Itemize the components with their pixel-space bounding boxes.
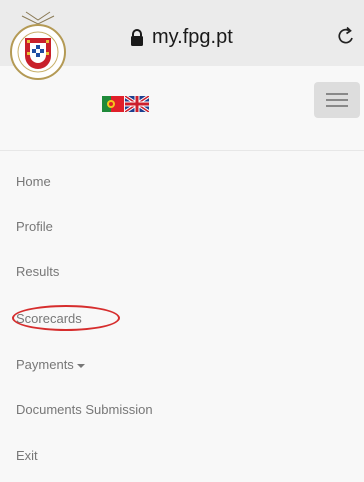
- uk-flag-icon[interactable]: [125, 96, 149, 112]
- url-text: my.fpg.pt: [152, 26, 233, 48]
- nav-item-profile[interactable]: Profile: [16, 219, 53, 241]
- lock-icon: [131, 29, 143, 46]
- address-field[interactable]: my.fpg.pt: [130, 26, 233, 49]
- federation-crest-icon[interactable]: [4, 8, 78, 82]
- highlight-annotation: [12, 305, 120, 331]
- caret-down-icon: [76, 363, 85, 368]
- nav-item-label: Exit: [16, 448, 38, 463]
- nav-item-label: Payments: [16, 357, 74, 372]
- nav-item-home[interactable]: Home: [16, 174, 51, 196]
- nav-item-label: Profile: [16, 219, 53, 234]
- portugal-flag-icon[interactable]: [102, 96, 124, 112]
- nav-item-results[interactable]: Results: [16, 264, 59, 286]
- nav-item-documents-submission[interactable]: Documents Submission: [16, 402, 153, 424]
- nav-item-payments[interactable]: Payments: [16, 357, 85, 379]
- nav-item-exit[interactable]: Exit: [16, 448, 38, 470]
- hamburger-menu-icon[interactable]: [314, 82, 360, 118]
- reload-icon[interactable]: [336, 26, 356, 48]
- nav-item-label: Home: [16, 174, 51, 189]
- nav-item-label: Results: [16, 264, 60, 279]
- nav-item-label: Documents Submission: [16, 402, 153, 417]
